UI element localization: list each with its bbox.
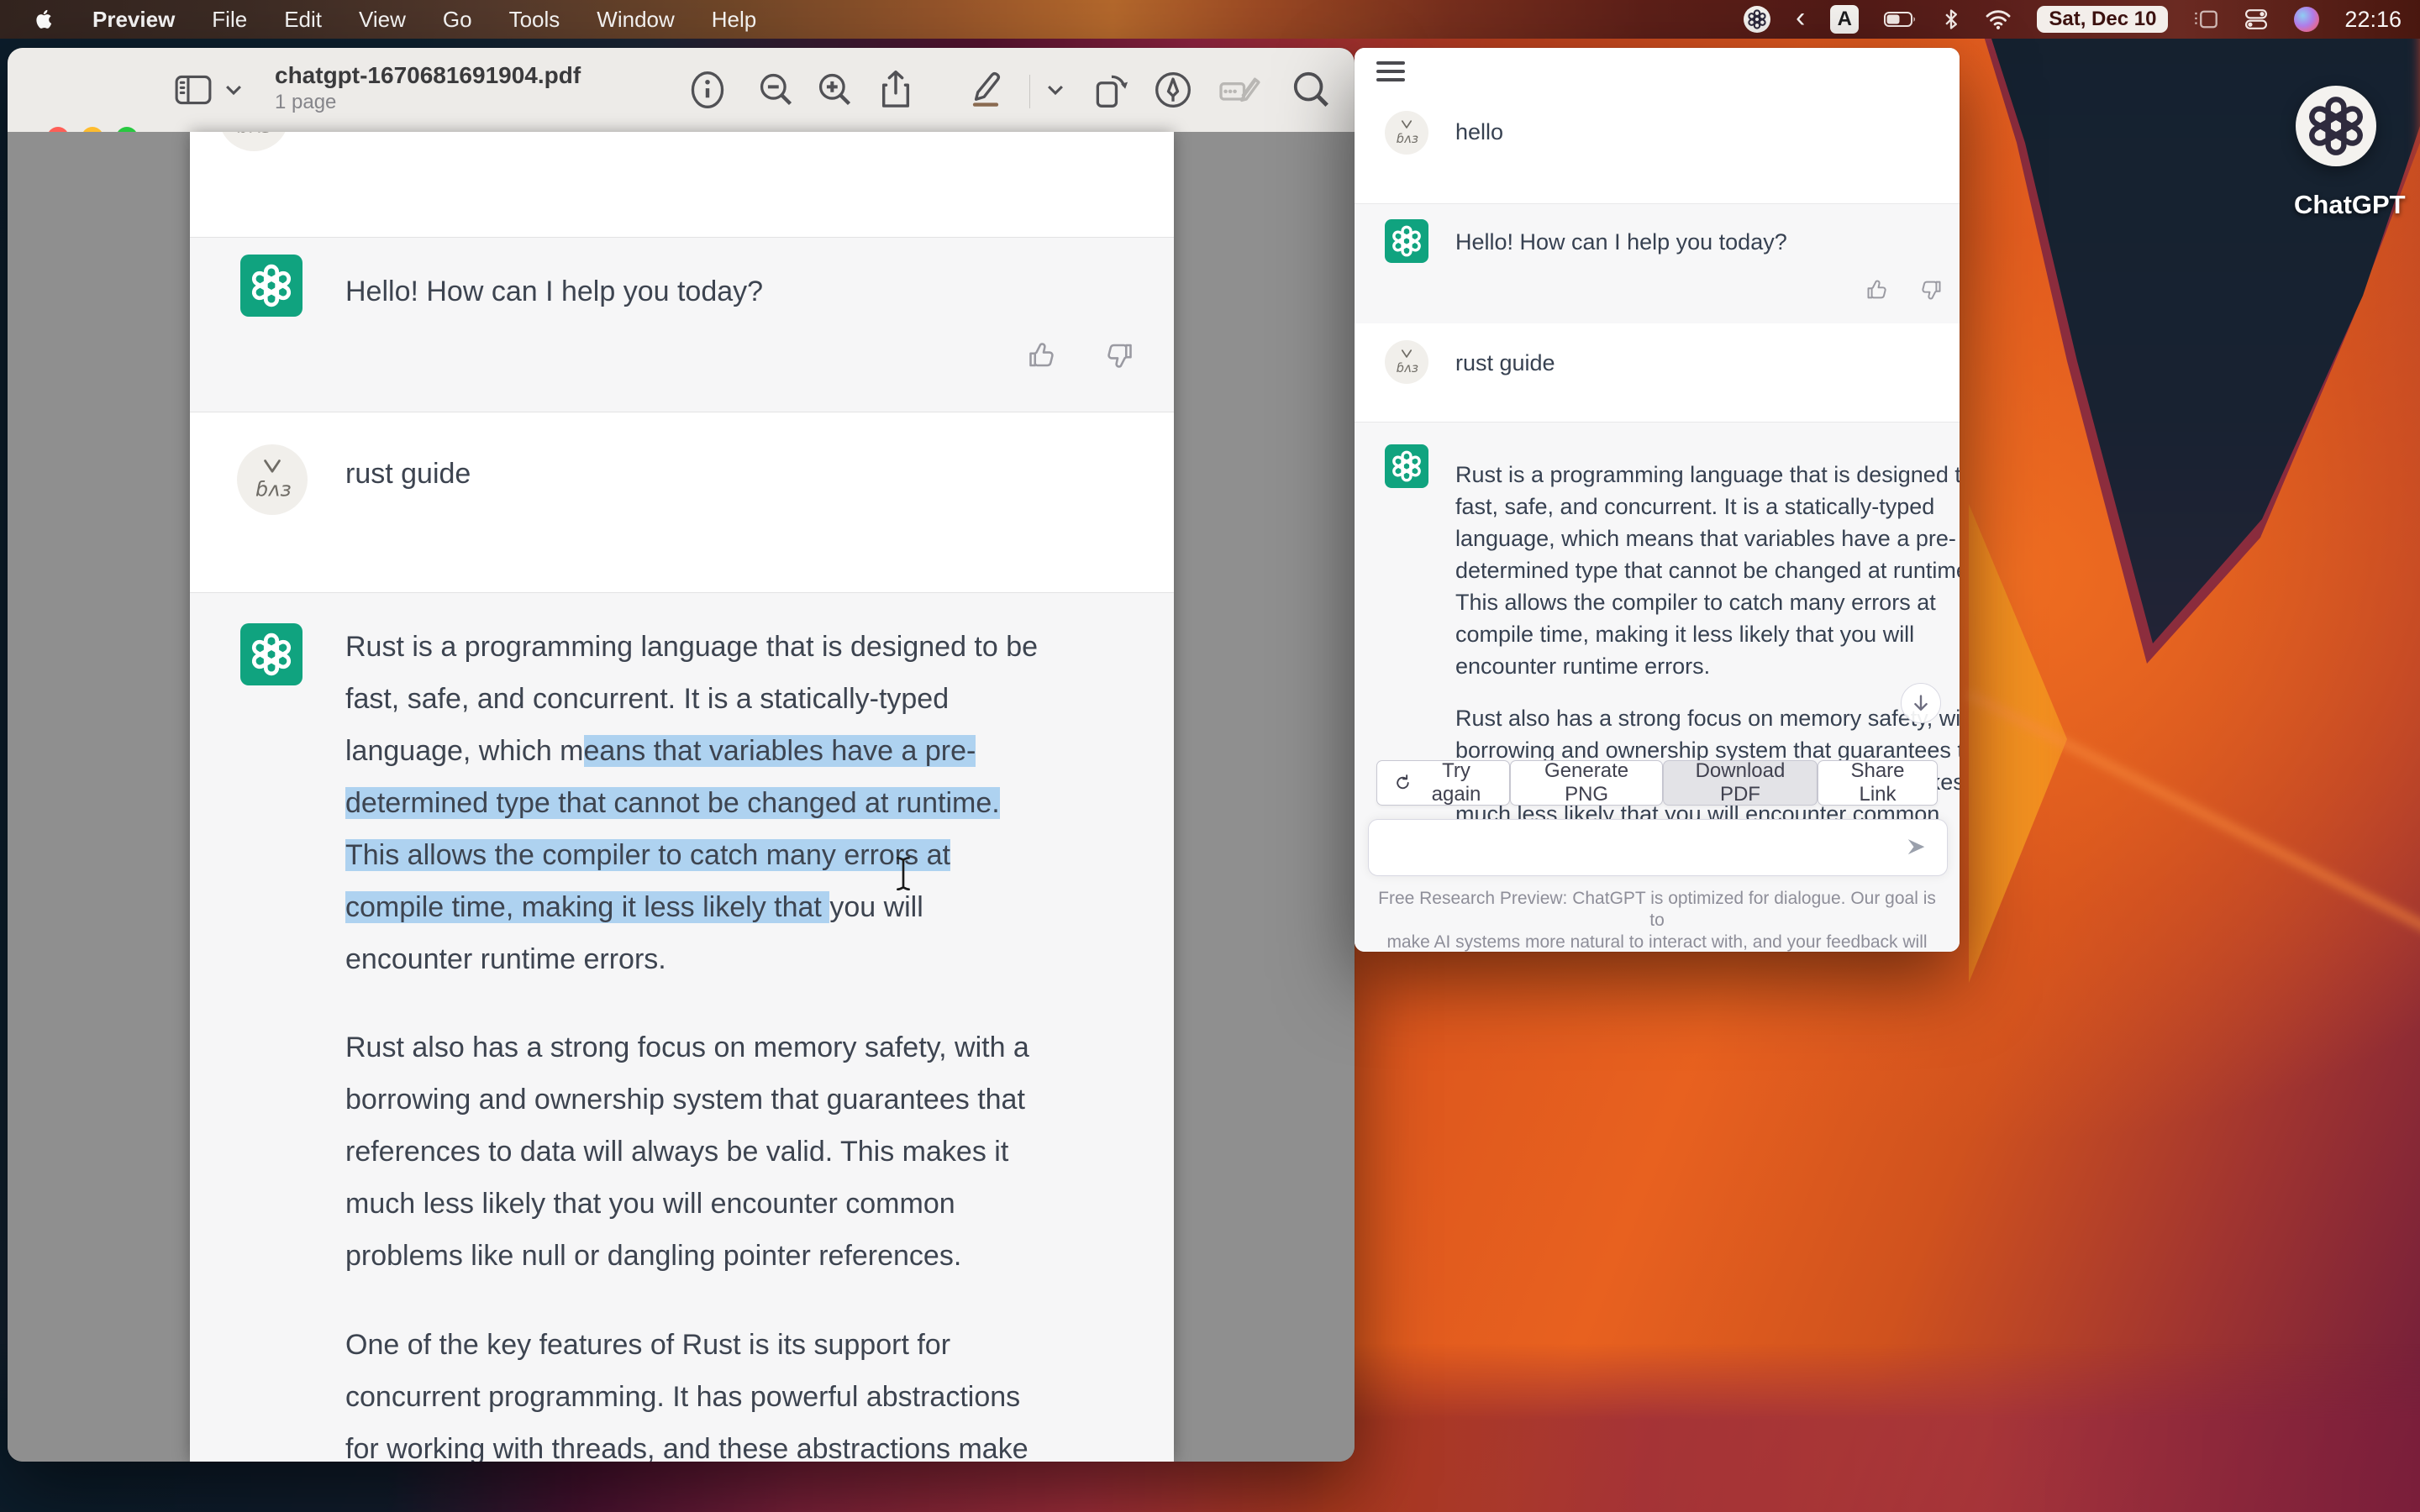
thumbs-down-icon <box>1104 340 1134 370</box>
answer-paragraph-3: One of the key features of Rust is its s… <box>345 1319 1028 1462</box>
pdf-user-row: ɓʌɜ rust guide <box>190 412 1174 593</box>
chatgpt-avatar <box>240 623 302 685</box>
arrow-down-icon <box>1911 693 1931 713</box>
thumbs-down-icon[interactable] <box>1919 278 1943 302</box>
user-avatar: ɓʌɜ <box>218 132 289 151</box>
user-avatar: ɓʌɜ <box>1385 340 1428 384</box>
highlighter-icon[interactable] <box>965 48 1006 132</box>
chatgpt-avatar <box>1385 444 1428 488</box>
download-pdf-button[interactable]: Download PDF <box>1663 760 1818 806</box>
scroll-to-bottom-button[interactable] <box>1901 683 1941 723</box>
svg-text:ɓʌɜ: ɓʌɜ <box>237 132 272 138</box>
menu-item-edit[interactable]: Edit <box>284 7 322 33</box>
chat-user-row-1: ɓʌɜ hello <box>1355 94 1960 203</box>
apple-logo-icon[interactable] <box>34 7 55 32</box>
rotate-icon[interactable] <box>1092 48 1130 132</box>
thumbs-up-icon <box>1027 340 1057 370</box>
siri-icon[interactable] <box>2294 7 2319 32</box>
chat-answer-paragraph-1: Rust is a programming language that is d… <box>1455 459 1960 682</box>
sidebar-icon[interactable] <box>174 48 213 132</box>
chatgpt-window: ɓʌɜ hello Hello! How can I help you toda… <box>1355 48 1960 952</box>
menu-item-help[interactable]: Help <box>712 7 756 33</box>
share-icon[interactable] <box>878 48 913 132</box>
desktop-icon-chatgpt[interactable]: ChatGPT <box>2294 86 2378 220</box>
send-arrow-icon[interactable] <box>1905 837 1927 863</box>
preview-title-bar[interactable]: chatgpt-1670681691904.pdf 1 page <box>8 48 1355 133</box>
pdf-page[interactable]: ɓʌɜ Hello! How can I help you today? <box>190 132 1174 1462</box>
chat-user-message: hello <box>1455 116 1503 148</box>
back-chevron-icon[interactable]: ‹ <box>1796 3 1805 32</box>
refresh-icon <box>1394 773 1412 793</box>
svg-text:ɓʌɜ: ɓʌɜ <box>255 478 291 501</box>
generate-png-button[interactable]: Generate PNG <box>1510 760 1663 806</box>
menubar-date[interactable]: Sat, Dec 10 <box>2037 6 2168 33</box>
search-icon[interactable] <box>1292 48 1330 132</box>
try-again-button[interactable]: Try again <box>1376 760 1510 806</box>
menu-item-file[interactable]: File <box>212 7 247 33</box>
menu-item-window[interactable]: Window <box>597 7 674 33</box>
control-center-icon[interactable] <box>2244 8 2269 30</box>
hamburger-icon[interactable] <box>1376 61 1405 87</box>
info-icon[interactable] <box>690 48 725 132</box>
menu-item-go[interactable]: Go <box>443 7 472 33</box>
document-title: chatgpt-1670681691904.pdf <box>275 61 581 90</box>
action-button-row: Try again Generate PNG Download PDF Shar… <box>1376 760 1938 806</box>
menu-item-tools[interactable]: Tools <box>509 7 560 33</box>
text-cursor <box>894 855 913 896</box>
wifi-icon[interactable] <box>1985 8 2012 30</box>
chat-footer-disclaimer: Free Research Preview: ChatGPT is optimi… <box>1355 888 1960 952</box>
thumbs-up-icon[interactable] <box>1865 278 1889 302</box>
bluetooth-icon[interactable] <box>1943 8 1960 31</box>
chat-assistant-message: Hello! How can I help you today? <box>1455 226 1787 258</box>
chatgpt-avatar <box>240 255 302 317</box>
chat-user-row-2: ɓʌɜ rust guide <box>1355 323 1960 422</box>
answer-paragraph-2: Rust also has a strong focus on memory s… <box>345 1021 1029 1282</box>
desktop-icon-label: ChatGPT <box>2294 190 2378 220</box>
pdf-user-row-partial: ɓʌɜ <box>190 132 1174 237</box>
zoom-out-icon[interactable] <box>758 48 795 132</box>
chatgpt-menubar-icon[interactable] <box>1744 6 1770 33</box>
chatgpt-icon[interactable] <box>2296 86 2376 166</box>
user-prompt-text: rust guide <box>345 448 471 500</box>
menu-bar: Preview File Edit View Go Tools Window H… <box>0 0 2420 39</box>
menubar-clock[interactable]: 22:16 <box>2344 7 2402 33</box>
input-source-icon[interactable]: A <box>1830 5 1859 34</box>
feedback-icons <box>1027 340 1134 370</box>
chat-input[interactable] <box>1368 819 1948 876</box>
chat-user-message: rust guide <box>1455 347 1555 379</box>
page-count: 1 page <box>275 90 581 115</box>
svg-text:ɓʌɜ: ɓʌɜ <box>1397 132 1418 146</box>
screen-mirroring-icon[interactable] <box>2193 8 2218 30</box>
chatgpt-avatar <box>1385 219 1428 263</box>
menu-app-name[interactable]: Preview <box>92 7 175 33</box>
preview-window: chatgpt-1670681691904.pdf 1 page <box>8 48 1355 1462</box>
zoom-in-icon[interactable] <box>817 48 854 132</box>
user-avatar: ɓʌɜ <box>237 444 308 515</box>
preview-content-area[interactable]: ɓʌɜ Hello! How can I help you today? <box>8 132 1355 1462</box>
share-link-button[interactable]: Share Link <box>1818 760 1938 806</box>
pdf-answer-row: Rust is a programming language that is d… <box>190 592 1174 1462</box>
chevron-down-icon[interactable] <box>1046 48 1065 132</box>
markup-icon[interactable] <box>1154 48 1192 132</box>
svg-text:ɓʌɜ: ɓʌɜ <box>1397 361 1418 375</box>
chevron-down-icon[interactable] <box>224 48 243 132</box>
feedback-icons <box>1865 278 1943 302</box>
user-avatar: ɓʌɜ <box>1385 111 1428 155</box>
chatgpt-window-header <box>1355 48 1960 95</box>
form-fill-icon[interactable] <box>1218 48 1261 132</box>
menu-item-view[interactable]: View <box>359 7 406 33</box>
answer-paragraph-1: Rust is a programming language that is d… <box>345 621 1038 985</box>
battery-icon[interactable] <box>1884 10 1918 29</box>
desktop: Preview File Edit View Go Tools Window H… <box>0 0 2420 1512</box>
chat-assistant-row-1: Hello! How can I help you today? <box>1355 203 1960 325</box>
assistant-greeting-text: Hello! How can I help you today? <box>345 265 763 318</box>
pdf-assistant-row: Hello! How can I help you today? <box>190 237 1174 412</box>
